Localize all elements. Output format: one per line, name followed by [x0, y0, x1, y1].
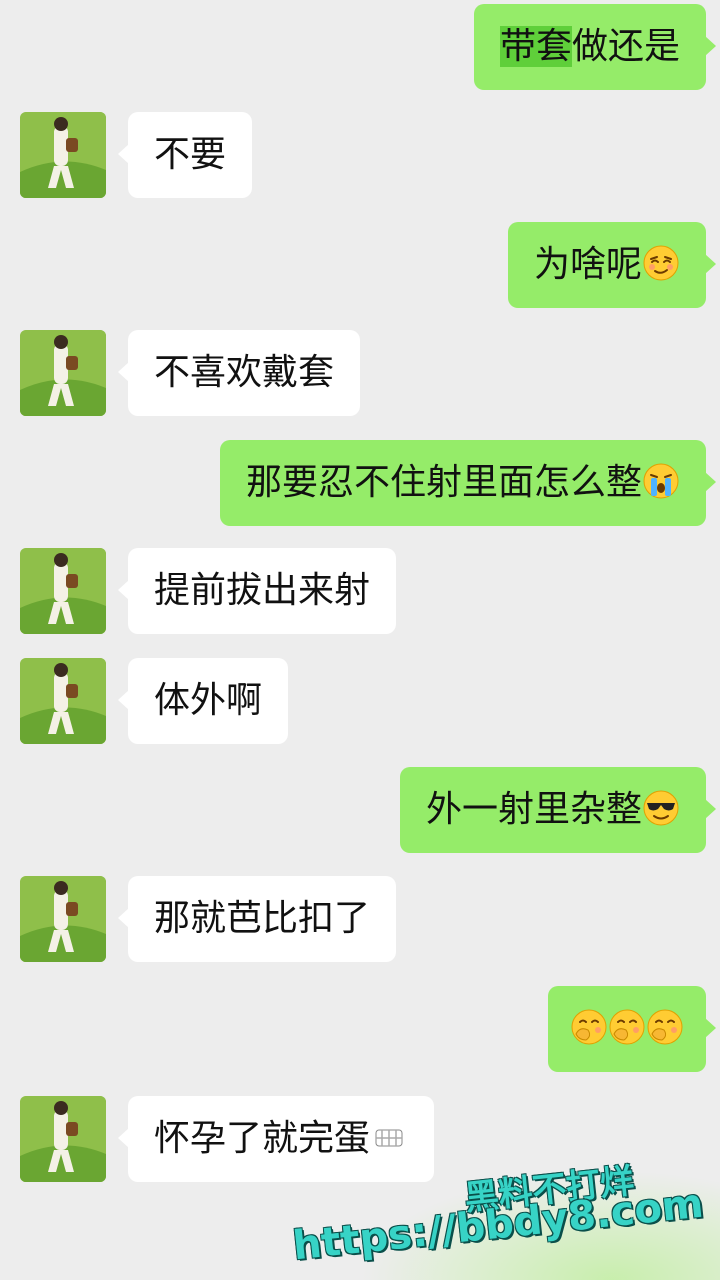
message-bubble-received[interactable]: 体外啊: [117, 658, 289, 744]
message-text: 为啥呢: [533, 244, 642, 285]
smirk-face-icon: [642, 244, 680, 282]
watermark: 黑料不打烊 https://bbdy8.com: [290, 1161, 705, 1272]
message-text: 怀孕了就完蛋: [154, 1118, 371, 1159]
message-row: 体外啊: [0, 658, 720, 744]
chat-area[interactable]: 带套做还是 不要 为啥呢 不喜欢戴套 那要忍不住射里面怎么整 提前拔出来射 体外…: [0, 0, 720, 1280]
hand-over-mouth-face-icon: [570, 1008, 608, 1046]
message-row: [0, 986, 720, 1072]
message-bubble-received[interactable]: 不喜欢戴套: [117, 330, 361, 416]
message-row: 那就芭比扣了: [0, 876, 720, 962]
message-bubble-received[interactable]: 那就芭比扣了: [117, 876, 397, 962]
grimace-icon: [370, 1118, 408, 1156]
message-row: 带套做还是: [0, 4, 720, 90]
message-text: 那就芭比扣了: [154, 898, 371, 939]
message-text: 不要: [154, 134, 227, 175]
avatar[interactable]: [20, 1096, 106, 1182]
message-row: 不要: [0, 112, 720, 198]
message-text: 体外啊: [154, 680, 263, 721]
message-bubble-received[interactable]: 提前拔出来射: [117, 548, 397, 634]
hand-over-mouth-face-icon: [646, 1008, 684, 1046]
message-row: 不喜欢戴套: [0, 330, 720, 416]
hand-over-mouth-face-icon: [608, 1008, 646, 1046]
message-row: 那要忍不住射里面怎么整: [0, 440, 720, 526]
avatar[interactable]: [20, 112, 106, 198]
sunglasses-face-icon: [642, 789, 680, 827]
message-row: 提前拔出来射: [0, 548, 720, 634]
message-text: 外一射里杂整: [425, 789, 642, 830]
avatar[interactable]: [20, 658, 106, 744]
message-highlighted-text: 带套: [499, 26, 572, 67]
message-text: 提前拔出来射: [154, 570, 371, 611]
message-bubble-sent[interactable]: [548, 986, 716, 1072]
avatar[interactable]: [20, 330, 106, 416]
message-text: 那要忍不住射里面怎么整: [245, 462, 642, 503]
crying-face-icon: [642, 462, 680, 500]
message-row: 为啥呢: [0, 222, 720, 308]
message-bubble-received[interactable]: 不要: [117, 112, 253, 198]
avatar[interactable]: [20, 876, 106, 962]
message-bubble-sent[interactable]: 为啥呢: [507, 222, 717, 308]
message-text: 做还是: [571, 26, 680, 67]
message-text: 不喜欢戴套: [154, 352, 335, 393]
avatar[interactable]: [20, 548, 106, 634]
message-row: 外一射里杂整: [0, 767, 720, 853]
message-bubble-sent[interactable]: 外一射里杂整: [399, 767, 717, 853]
message-bubble-sent[interactable]: 那要忍不住射里面怎么整: [219, 440, 717, 526]
message-bubble-sent[interactable]: 带套做还是: [473, 4, 717, 90]
